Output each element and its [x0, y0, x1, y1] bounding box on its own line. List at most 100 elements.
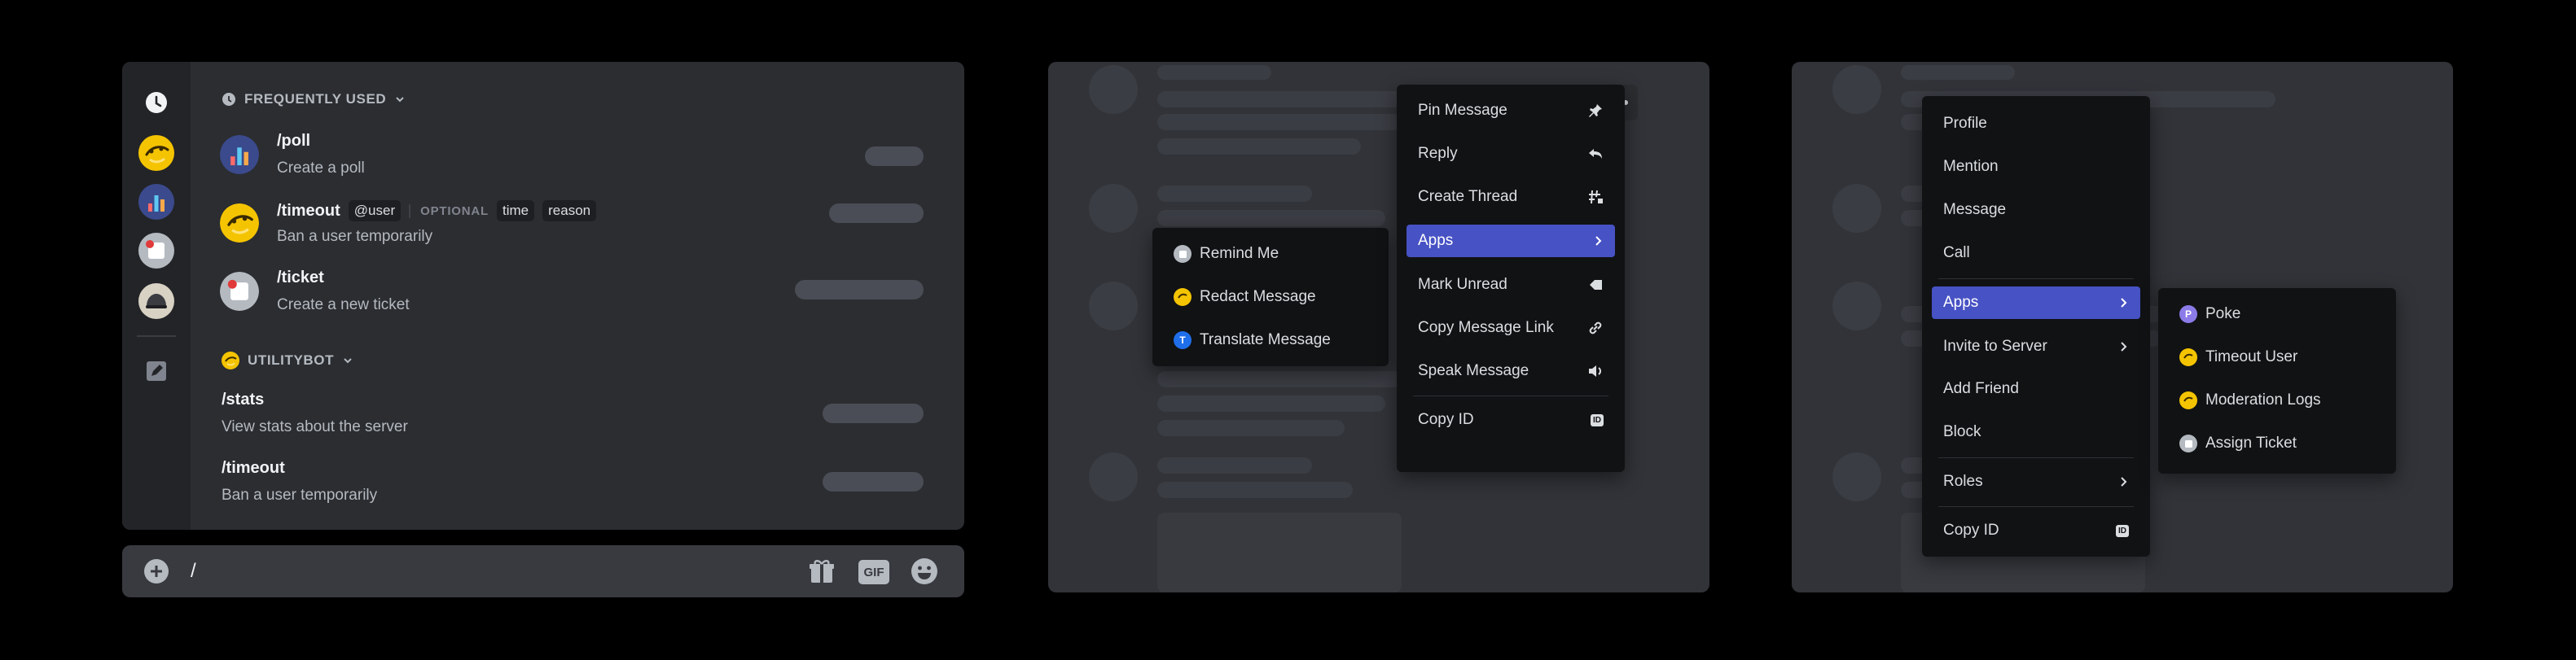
arg-chip-user[interactable]: @user: [348, 200, 402, 221]
menu-item-remind-me[interactable]: Remind Me: [1162, 238, 1379, 270]
menu-item-label: Reply: [1418, 145, 1458, 162]
menu-item-label: Apps: [1943, 294, 1979, 311]
utilitybot-avatar: [2179, 348, 2197, 366]
menu-item-moderation-logs[interactable]: Moderation Logs: [2168, 384, 2386, 417]
menu-item-pin-message[interactable]: Pin Message: [1406, 94, 1615, 127]
menu-item-label: Profile: [1943, 115, 1987, 132]
skeleton-avatar: [1832, 65, 1881, 114]
skeleton-line: [1157, 482, 1353, 498]
chevron-right-icon: [2117, 341, 2129, 352]
menu-item-roles[interactable]: Roles: [1932, 465, 2140, 498]
command-row-poll[interactable]: /poll Create a poll: [191, 127, 964, 195]
command-row-timeout[interactable]: /timeout @user OPTIONAL time reason Ban …: [191, 195, 964, 264]
menu-item-apps[interactable]: Apps: [1406, 225, 1615, 257]
placeholder-pill: [823, 472, 924, 492]
menu-divider: [1938, 506, 2134, 507]
edit-icon[interactable]: [138, 353, 174, 389]
menu-item-invite-to-server[interactable]: Invite to Server: [1932, 330, 2140, 363]
menu-item-copy-id[interactable]: Copy ID ID: [1406, 404, 1615, 436]
gift-icon[interactable]: [808, 558, 836, 588]
id-icon: ID: [2116, 524, 2129, 537]
utilitybot-avatar: [1174, 288, 1191, 306]
menu-item-copy-message-link[interactable]: Copy Message Link: [1406, 312, 1615, 344]
menu-item-translate-message[interactable]: T Translate Message: [1162, 324, 1379, 356]
command-name: /timeout @user OPTIONAL time reason: [277, 200, 597, 221]
poll-bot-avatar[interactable]: [138, 184, 174, 220]
menu-item-label: Remind Me: [1200, 245, 1279, 262]
skeleton-line: [1157, 210, 1385, 226]
command-name: /stats: [222, 391, 264, 409]
message-composer: / GIF: [122, 545, 964, 597]
menu-item-label: Mention: [1943, 158, 1999, 175]
command-name-text: /poll: [277, 132, 311, 150]
utilitybot-avatar[interactable]: [138, 135, 174, 171]
section-title: UTILITYBOT: [248, 352, 335, 368]
skeleton-line: [1157, 457, 1312, 474]
translate-bot-avatar: T: [1174, 331, 1191, 349]
menu-item-timeout-user[interactable]: Timeout User: [2168, 341, 2386, 374]
skeleton-avatar: [1089, 282, 1138, 330]
menu-item-label: Call: [1943, 244, 1970, 261]
ticket-bot-avatar: [220, 272, 259, 311]
chevron-down-icon: [344, 358, 352, 364]
menu-item-message[interactable]: Message: [1932, 194, 2140, 226]
skeleton-avatar: [1089, 65, 1138, 114]
gif-icon[interactable]: GIF: [858, 560, 889, 584]
menu-item-label: Redact Message: [1200, 288, 1316, 305]
section-header-utilitybot[interactable]: UTILITYBOT: [222, 352, 353, 369]
emoji-icon[interactable]: [911, 557, 938, 589]
skeleton-line: [1157, 114, 1402, 130]
menu-item-label: Translate Message: [1200, 331, 1331, 348]
skeleton-avatar: [1089, 452, 1138, 501]
utilitybot-avatar: [2179, 391, 2197, 409]
menu-item-reply[interactable]: Reply: [1406, 138, 1615, 170]
command-list: FREQUENTLY USED /poll Create a poll /tim…: [191, 62, 964, 530]
menu-item-label: Create Thread: [1418, 188, 1518, 205]
command-row-stats[interactable]: /stats View stats about the server: [191, 386, 964, 454]
menu-item-create-thread[interactable]: Create Thread: [1406, 181, 1615, 213]
add-icon[interactable]: [143, 558, 169, 588]
menu-item-poke[interactable]: P Poke: [2168, 298, 2386, 330]
menu-item-speak-message[interactable]: Speak Message: [1406, 355, 1615, 387]
menu-item-call[interactable]: Call: [1932, 237, 2140, 269]
menu-item-copy-id[interactable]: Copy ID ID: [1932, 514, 2140, 547]
menu-item-label: Copy Message Link: [1418, 319, 1554, 336]
menu-item-apps[interactable]: Apps: [1932, 286, 2140, 319]
command-row-ticket[interactable]: /ticket Create a new ticket: [191, 264, 964, 332]
menu-item-mention[interactable]: Mention: [1932, 151, 2140, 183]
command-name: /timeout: [222, 459, 285, 478]
skeleton-avatar: [1089, 184, 1138, 233]
arg-chip-reason[interactable]: reason: [542, 200, 597, 221]
menu-item-mark-unread[interactable]: Mark Unread: [1406, 269, 1615, 301]
menu-item-block[interactable]: Block: [1932, 416, 2140, 448]
optional-label: OPTIONAL: [409, 203, 489, 218]
command-row-timeout-utilitybot[interactable]: /timeout Ban a user temporarily: [191, 454, 964, 522]
rail-divider: [137, 335, 176, 337]
menu-item-redact-message[interactable]: Redact Message: [1162, 281, 1379, 313]
placeholder-pill: [865, 146, 924, 166]
menu-divider: [1938, 457, 2134, 458]
section-header-frequently-used[interactable]: FREQUENTLY USED: [222, 91, 406, 107]
command-name: /poll: [277, 132, 310, 151]
menu-item-add-friend[interactable]: Add Friend: [1932, 373, 2140, 405]
helmet-bot-avatar[interactable]: [138, 283, 174, 319]
placeholder-pill: [829, 203, 924, 223]
arg-chip-time[interactable]: time: [497, 200, 535, 221]
menu-item-label: Poke: [2205, 305, 2241, 322]
clock-icon[interactable]: [138, 85, 174, 120]
skeleton-line: [1901, 65, 2015, 80]
message-input[interactable]: /: [191, 560, 196, 583]
skeleton-avatar: [1832, 452, 1881, 501]
ticket-bot-avatar[interactable]: [138, 233, 174, 269]
chevron-right-icon: [2117, 476, 2129, 487]
menu-item-label: Speak Message: [1418, 362, 1529, 379]
command-description: Create a new ticket: [277, 296, 410, 313]
link-icon: [1587, 320, 1604, 336]
menu-item-assign-ticket[interactable]: Assign Ticket: [2168, 427, 2386, 460]
skeleton-avatar: [1832, 184, 1881, 233]
menu-item-profile[interactable]: Profile: [1932, 107, 2140, 140]
menu-item-label: Moderation Logs: [2205, 391, 2321, 409]
command-picker: FREQUENTLY USED /poll Create a poll /tim…: [122, 62, 964, 530]
skeleton-line: [1157, 371, 1402, 387]
remind-bot-avatar: [1174, 245, 1191, 263]
